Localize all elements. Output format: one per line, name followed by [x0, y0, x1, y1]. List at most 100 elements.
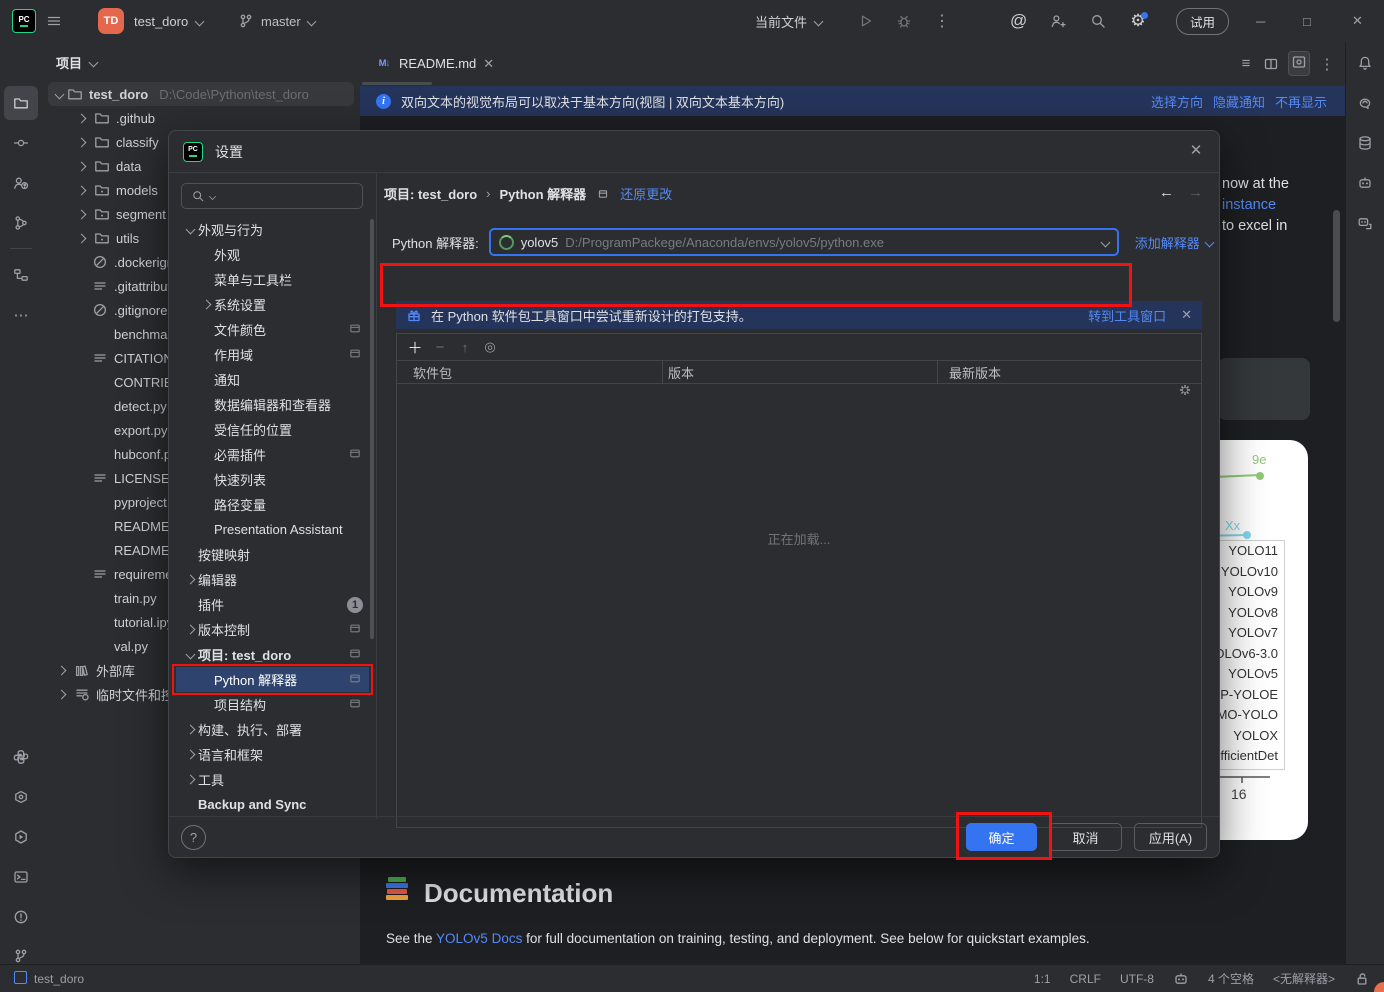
tool-ai-chat[interactable]	[1348, 86, 1382, 120]
column-latest[interactable]: 最新版本	[943, 363, 1001, 382]
tool-user-chat[interactable]	[1348, 206, 1382, 240]
settings-nav-作用域[interactable]: 作用域	[176, 342, 369, 367]
column-version[interactable]: 版本	[662, 363, 943, 382]
maximize-button[interactable]: □	[1303, 0, 1311, 42]
statusbar-indent[interactable]: 4 个空格	[1208, 970, 1254, 987]
tool-robot[interactable]	[1348, 166, 1382, 200]
tree-root[interactable]: test_doroD:\Code\Python\test_doro	[48, 82, 354, 106]
settings-nav-受信任的位置[interactable]: 受信任的位置	[176, 417, 369, 442]
banner-action-hide[interactable]: 隐藏通知	[1213, 92, 1265, 111]
forward-arrow[interactable]: →	[1188, 184, 1203, 201]
preview-toggle[interactable]	[1288, 51, 1310, 76]
help-button[interactable]: ?	[181, 825, 206, 850]
statusbar-project[interactable]: test_doro	[14, 971, 84, 986]
avatar[interactable]: TD	[98, 0, 124, 42]
tool-problems[interactable]	[4, 900, 38, 934]
ok-button[interactable]: 确定	[966, 823, 1037, 851]
editor-scrollbar[interactable]	[1333, 210, 1340, 322]
branch-widget[interactable]: master	[238, 0, 315, 42]
statusbar-caret[interactable]: 1:1	[1034, 972, 1051, 986]
settings-nav-语言和框架[interactable]: 语言和框架	[176, 742, 369, 767]
upgrade-package-button[interactable]: ↑	[457, 339, 473, 355]
statusbar-encoding[interactable]: UTF-8	[1120, 972, 1154, 986]
settings-nav-数据编辑器和查看器[interactable]: 数据编辑器和查看器	[176, 392, 369, 417]
run-button[interactable]	[858, 0, 874, 42]
debug-button[interactable]	[896, 0, 912, 42]
kebab-icon[interactable]: ⋮	[1319, 56, 1335, 72]
tool-learner[interactable]	[4, 166, 38, 200]
settings-nav-编辑器[interactable]: 编辑器	[176, 567, 369, 592]
dialog-close-button[interactable]: ✕	[1185, 141, 1207, 159]
settings-nav-构建-执行-部署[interactable]: 构建、执行、部署	[176, 717, 369, 742]
settings-nav-通知[interactable]: 通知	[176, 367, 369, 392]
banner-close-icon[interactable]: ✕	[1181, 307, 1192, 323]
project-panel-header[interactable]: 项目	[42, 42, 360, 82]
settings-nav-项目结构[interactable]: 项目结构	[176, 692, 369, 717]
unlock-icon[interactable]	[1354, 971, 1370, 987]
settings-nav-工具[interactable]: 工具	[176, 767, 369, 792]
settings-nav-必需插件[interactable]: 必需插件	[176, 442, 369, 467]
add-interpreter-link[interactable]: 添加解释器	[1135, 233, 1200, 252]
settings-nav-版本控制[interactable]: 版本控制	[176, 617, 369, 642]
tool-services[interactable]	[4, 780, 38, 814]
settings-search-input[interactable]	[181, 183, 363, 209]
yolov5-docs-link[interactable]: YOLOv5 Docs	[436, 931, 522, 946]
minimize-button[interactable]: ─	[1256, 0, 1265, 42]
code-with-me-button[interactable]	[1050, 0, 1066, 42]
settings-nav-外观与行为[interactable]: 外观与行为	[176, 217, 369, 242]
more-actions-button[interactable]: ⋮	[934, 0, 950, 42]
settings-nav-presentation-assistant[interactable]: Presentation Assistant	[176, 517, 369, 542]
structure-lines-icon[interactable]: ≡	[1238, 56, 1254, 72]
settings-nav-系统设置[interactable]: 系统设置	[176, 292, 369, 317]
main-menu-button[interactable]	[46, 0, 62, 42]
tool-more[interactable]: ⋯	[4, 298, 38, 332]
tool-database[interactable]	[1348, 126, 1382, 160]
settings-nav-python-解释器[interactable]: Python 解释器	[176, 667, 369, 692]
go-to-toolwindow-link[interactable]: 转到工具窗口	[1088, 306, 1166, 325]
tool-commit[interactable]	[4, 126, 38, 160]
back-arrow[interactable]: ←	[1159, 184, 1174, 201]
tool-python-packages[interactable]	[4, 740, 38, 774]
tree-item[interactable]: .github	[42, 106, 360, 130]
project-widget[interactable]: test_doro	[134, 0, 203, 42]
cancel-button[interactable]: 取消	[1049, 823, 1122, 851]
settings-nav-插件[interactable]: 插件1	[176, 592, 369, 617]
settings-nav-菜单与工具栏[interactable]: 菜单与工具栏	[176, 267, 369, 292]
split-editor-icon[interactable]	[1263, 56, 1279, 72]
trial-button[interactable]: 试用	[1176, 0, 1229, 42]
settings-button[interactable]: ⚙	[1130, 0, 1146, 42]
tab-readme[interactable]: M↓ README.md ✕	[364, 42, 506, 85]
interpreter-combobox[interactable]: yolov5 D:/ProgramPackege/Anaconda/envs/y…	[489, 228, 1119, 256]
settings-nav-backup-and-sync[interactable]: Backup and Sync	[176, 792, 369, 817]
add-package-button[interactable]: ＋	[407, 339, 423, 355]
tool-terminal[interactable]	[4, 860, 38, 894]
tool-project-folder[interactable]	[4, 86, 38, 120]
settings-nav-项目-test_doro[interactable]: 项目: test_doro	[176, 642, 369, 667]
tool-git-graph[interactable]	[4, 206, 38, 240]
revert-changes-link[interactable]: 还原更改	[620, 184, 672, 203]
statusbar-line-separator[interactable]: CRLF	[1070, 972, 1101, 986]
ai-assistant-button[interactable]: @	[1010, 0, 1027, 42]
statusbar-interpreter[interactable]: <无解释器>	[1273, 970, 1335, 987]
search-everywhere-button[interactable]	[1090, 0, 1106, 42]
banner-action-dont-show[interactable]: 不再显示	[1275, 92, 1327, 111]
close-button[interactable]: ✕	[1352, 0, 1363, 42]
tool-run[interactable]	[4, 820, 38, 854]
breadcrumb-project[interactable]: 项目: test_doro	[384, 184, 477, 203]
banner-action-choose-direction[interactable]: 选择方向	[1151, 92, 1203, 111]
tool-structure[interactable]	[4, 258, 38, 292]
show-early-releases-button[interactable]: ◎	[482, 339, 498, 355]
settings-nav-按键映射[interactable]: 按键映射	[176, 542, 369, 567]
settings-nav-快速列表[interactable]: 快速列表	[176, 467, 369, 492]
nav-scrollbar[interactable]	[370, 219, 374, 639]
settings-nav-路径变量[interactable]: 路径变量	[176, 492, 369, 517]
run-config-selector[interactable]: 当前文件	[755, 0, 822, 42]
tool-bell[interactable]	[1348, 46, 1382, 80]
settings-nav-外观[interactable]: 外观	[176, 242, 369, 267]
tab-close-icon[interactable]: ✕	[483, 56, 494, 72]
column-package[interactable]: 软件包	[397, 363, 662, 382]
robot-icon[interactable]	[1173, 971, 1189, 987]
settings-nav-文件颜色[interactable]: 文件颜色	[176, 317, 369, 342]
apply-button[interactable]: 应用(A)	[1134, 823, 1207, 851]
remove-package-button[interactable]: −	[432, 339, 448, 355]
